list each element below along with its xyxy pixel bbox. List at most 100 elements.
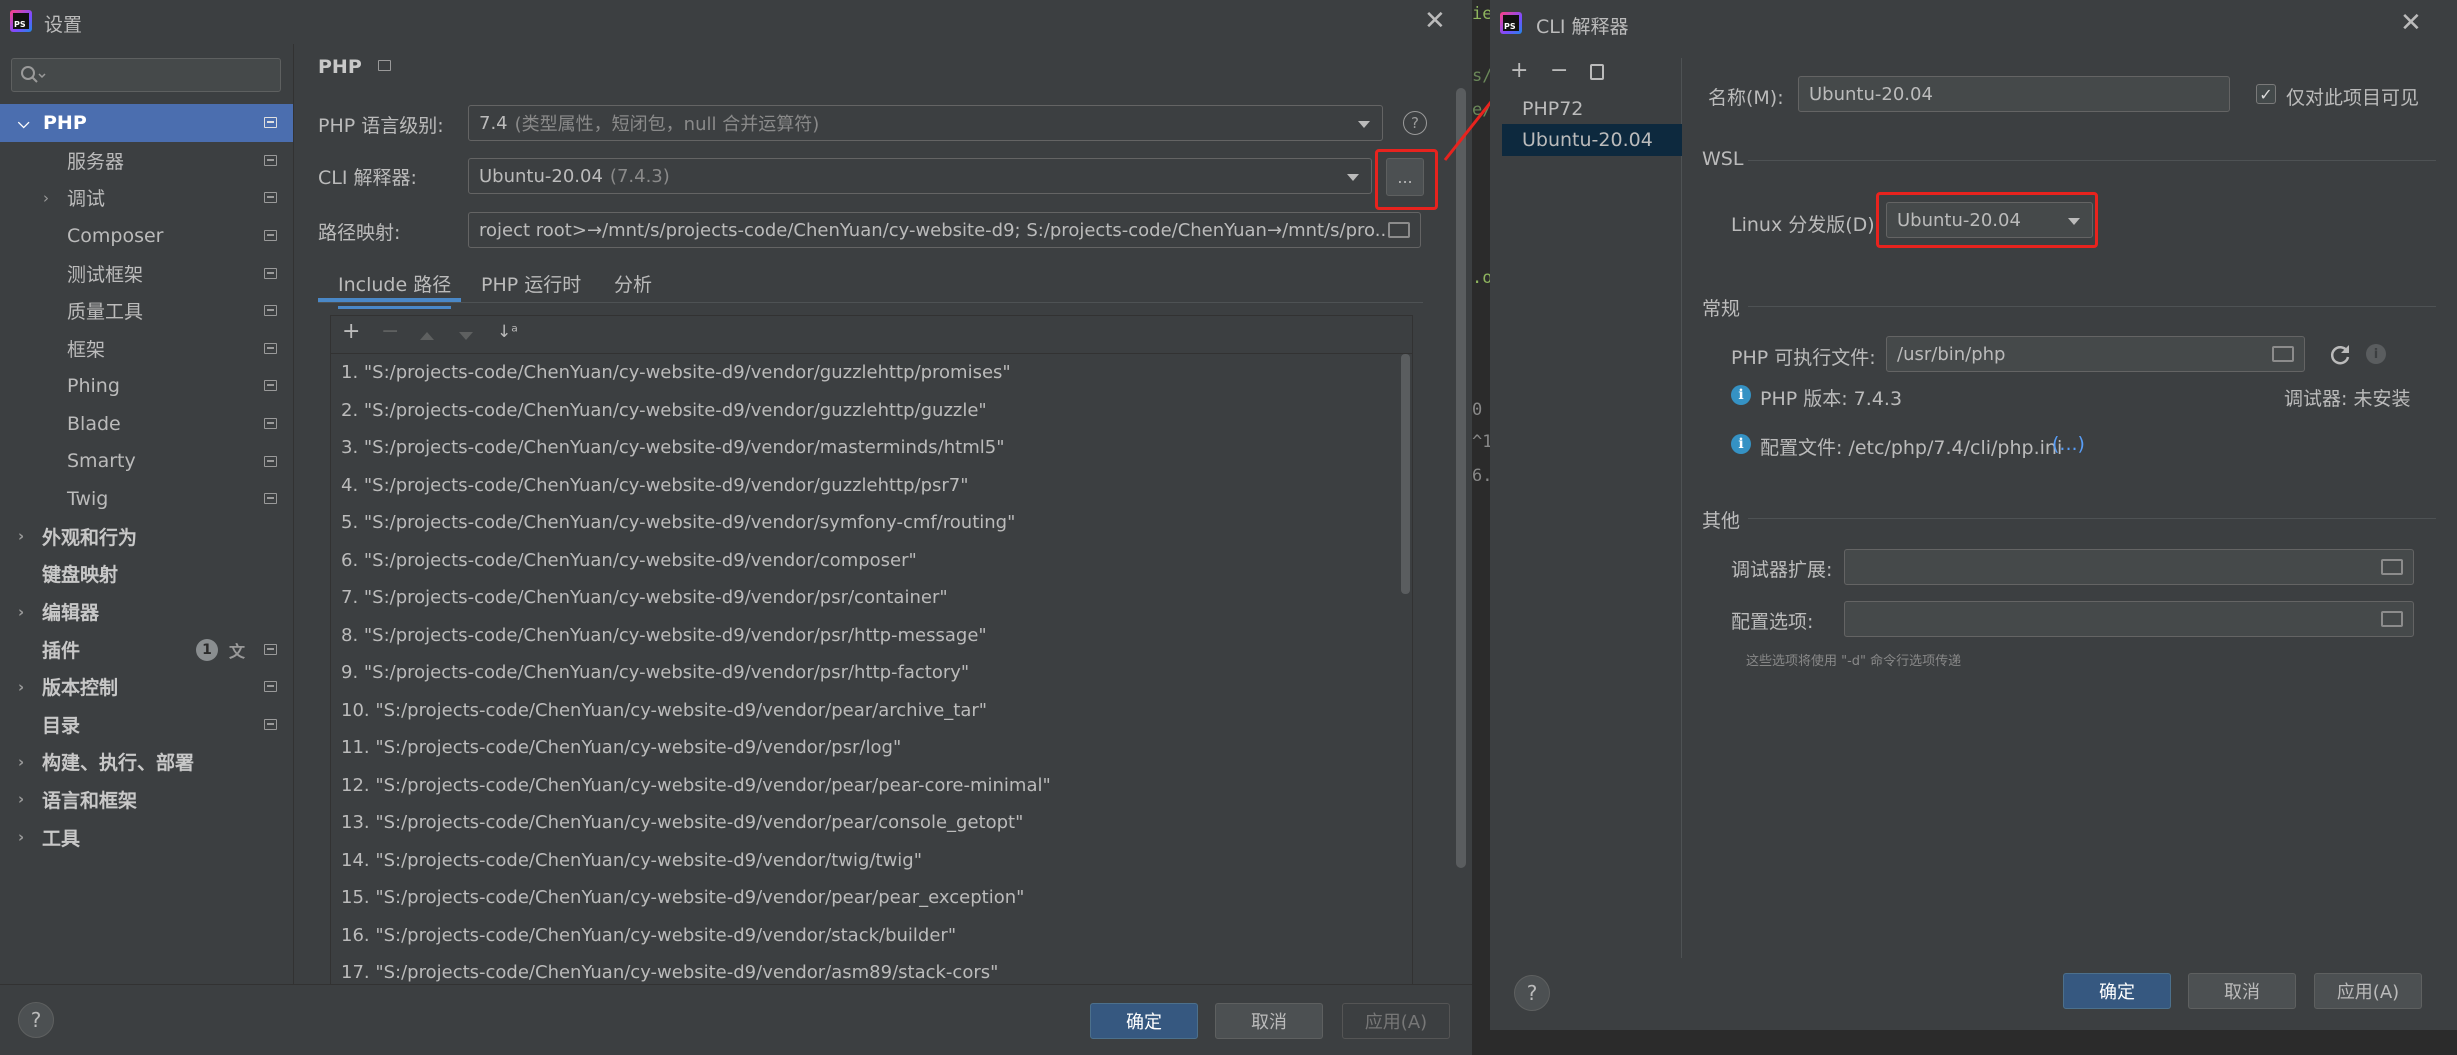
tree-item-editor[interactable]: › 编辑器 xyxy=(0,593,293,631)
path-text: 12. "S:/projects-code/ChenYuan/cy-websit… xyxy=(341,774,1051,796)
folder-icon[interactable] xyxy=(1388,222,1410,238)
tree-item-blade[interactable]: Blade xyxy=(0,405,293,443)
help-button[interactable]: ? xyxy=(1514,975,1550,1011)
list-item[interactable]: 9. "S:/projects-code/ChenYuan/cy-website… xyxy=(331,654,1398,692)
tree-item-composer[interactable]: Composer xyxy=(0,217,293,255)
cli-interpreter-select[interactable]: Ubuntu-20.04 (7.4.3) xyxy=(468,158,1372,194)
info-icon: i xyxy=(1731,434,1751,454)
cli-interpreter-more-button[interactable]: ... xyxy=(1386,158,1424,196)
settings-footer: ? 确定 取消 应用(A) xyxy=(0,984,1472,1055)
tree-item-build[interactable]: › 构建、执行、部署 xyxy=(0,743,293,781)
tree-item-frameworks[interactable]: 框架 xyxy=(0,330,293,368)
tree-item-smarty[interactable]: Smarty xyxy=(0,442,293,480)
list-item[interactable]: 16. "S:/projects-code/ChenYuan/cy-websit… xyxy=(331,917,1398,955)
tree-item-label: 测试框架 xyxy=(67,263,144,286)
add-icon[interactable]: + xyxy=(342,319,360,344)
tree-item-plugins[interactable]: 插件 1 文 xyxy=(0,630,293,668)
list-item[interactable]: 6. "S:/projects-code/ChenYuan/cy-website… xyxy=(331,542,1398,580)
tree-item-label: PHP xyxy=(43,111,87,134)
config-options-input[interactable] xyxy=(1844,601,2414,637)
apply-button[interactable]: 应用(A) xyxy=(1342,1003,1450,1039)
remove-icon[interactable]: − xyxy=(381,319,399,344)
page-scrollbar-thumb[interactable] xyxy=(1456,88,1466,868)
copy-icon[interactable] xyxy=(1590,64,1604,80)
config-file-open-link[interactable]: (...) xyxy=(2052,433,2085,455)
tree-item-directories[interactable]: 目录 xyxy=(0,706,293,744)
ok-button[interactable]: 确定 xyxy=(2063,973,2171,1009)
list-item[interactable]: 5. "S:/projects-code/ChenYuan/cy-website… xyxy=(331,504,1398,542)
tree-item-label: 语言和框架 xyxy=(42,789,138,812)
list-item[interactable]: 3. "S:/projects-code/ChenYuan/cy-website… xyxy=(331,429,1398,467)
list-item[interactable]: 8. "S:/projects-code/ChenYuan/cy-website… xyxy=(331,617,1398,655)
tab-analysis[interactable]: 分析 xyxy=(614,270,652,297)
tab-php-runtime[interactable]: PHP 运行时 xyxy=(481,270,581,297)
distro-select[interactable]: Ubuntu-20.04 xyxy=(1886,202,2093,238)
tab-include-path[interactable]: Include 路径 xyxy=(338,270,452,309)
list-item[interactable]: 12. "S:/projects-code/ChenYuan/cy-websit… xyxy=(331,767,1398,805)
close-icon[interactable]: ✕ xyxy=(2400,10,2422,36)
cancel-button[interactable]: 取消 xyxy=(1215,1003,1323,1039)
tree-item-label: 质量工具 xyxy=(67,301,144,324)
project-only-checkbox[interactable]: ✓ xyxy=(2256,84,2276,104)
tree-item-twig[interactable]: Twig xyxy=(0,480,293,518)
refresh-icon[interactable] xyxy=(2328,343,2352,367)
php-exec-value: /usr/bin/php xyxy=(1897,343,2006,365)
list-scrollbar-thumb[interactable] xyxy=(1401,354,1410,594)
sort-alpha-icon[interactable]: ↓ᵃ xyxy=(497,322,518,342)
name-input[interactable]: Ubuntu-20.04 xyxy=(1798,76,2230,112)
tree-item-servers[interactable]: 服务器 xyxy=(0,142,293,180)
folder-icon[interactable] xyxy=(2272,346,2294,362)
tree-item-quality-tools[interactable]: 质量工具 xyxy=(0,292,293,330)
path-mapping-field[interactable]: roject root>→/mnt/s/projects-code/ChenYu… xyxy=(468,212,1421,248)
cli-interpreter-label: CLI 解释器: xyxy=(318,167,417,189)
phpstorm-logo-icon: PS xyxy=(1500,12,1522,34)
ok-button[interactable]: 确定 xyxy=(1090,1003,1198,1039)
lang-level-select[interactable]: 7.4 (类型属性，短闭包，null 合并运算符) xyxy=(468,105,1383,141)
move-up-icon[interactable] xyxy=(420,332,434,340)
close-icon[interactable]: ✕ xyxy=(1424,8,1446,34)
interpreter-item-php72[interactable]: PHP72 xyxy=(1522,98,1583,120)
settings-tree: ⌵ PHP 服务器 › 调试 Composer 测试框架 质量工具 框架 Phi… xyxy=(0,104,293,856)
list-item[interactable]: 2. "S:/projects-code/ChenYuan/cy-website… xyxy=(331,392,1398,430)
debugger-ext-input[interactable] xyxy=(1844,549,2414,585)
tree-item-languages[interactable]: › 语言和框架 xyxy=(0,781,293,819)
cancel-button[interactable]: 取消 xyxy=(2188,973,2296,1009)
help-circle-icon[interactable]: ? xyxy=(1403,111,1427,135)
tree-item-label: Composer xyxy=(67,224,164,247)
tree-item-label: 版本控制 xyxy=(42,677,119,700)
list-scrollbar-track[interactable] xyxy=(1399,354,1412,984)
list-item[interactable]: 1. "S:/projects-code/ChenYuan/cy-website… xyxy=(331,354,1398,392)
list-item[interactable]: 17. "S:/projects-code/ChenYuan/cy-websit… xyxy=(331,954,1398,984)
list-item[interactable]: 13. "S:/projects-code/ChenYuan/cy-websit… xyxy=(331,804,1398,842)
apply-button[interactable]: 应用(A) xyxy=(2314,973,2422,1009)
tree-item-tools[interactable]: › 工具 xyxy=(0,818,293,856)
project-scope-icon xyxy=(264,267,277,279)
folder-icon[interactable] xyxy=(2381,611,2403,627)
search-input[interactable] xyxy=(11,58,281,92)
list-item[interactable]: 15. "S:/projects-code/ChenYuan/cy-websit… xyxy=(331,879,1398,917)
list-item[interactable]: 4. "S:/projects-code/ChenYuan/cy-website… xyxy=(331,467,1398,505)
tree-item-label: 插件 xyxy=(42,639,81,662)
add-icon[interactable]: + xyxy=(1510,58,1528,83)
tree-item-debug[interactable]: › 调试 xyxy=(0,179,293,217)
tree-item-appearance[interactable]: › 外观和行为 xyxy=(0,518,293,556)
dialog-title: CLI 解释器 xyxy=(1536,16,1629,38)
tree-item-vcs[interactable]: › 版本控制 xyxy=(0,668,293,706)
tree-item-keymap[interactable]: 键盘映射 xyxy=(0,555,293,593)
tree-item-phing[interactable]: Phing xyxy=(0,367,293,405)
tree-item-test-frameworks[interactable]: 测试框架 xyxy=(0,254,293,292)
list-item[interactable]: 14. "S:/projects-code/ChenYuan/cy-websit… xyxy=(331,842,1398,880)
remove-icon[interactable]: − xyxy=(1550,58,1568,83)
list-item[interactable]: 11. "S:/projects-code/ChenYuan/cy-websit… xyxy=(331,729,1398,767)
move-down-icon[interactable] xyxy=(459,332,473,340)
interpreter-item-ubuntu[interactable]: Ubuntu-20.04 xyxy=(1502,124,1682,156)
help-button[interactable]: ? xyxy=(18,1002,54,1038)
tree-item-php[interactable]: ⌵ PHP xyxy=(0,104,293,142)
project-scope-icon xyxy=(264,681,277,693)
folder-icon[interactable] xyxy=(2381,559,2403,575)
project-scope-icon xyxy=(264,230,277,242)
list-item[interactable]: 7. "S:/projects-code/ChenYuan/cy-website… xyxy=(331,579,1398,617)
config-options-hint: 这些选项将使用 "-d" 命令行选项传递 xyxy=(1746,654,1962,669)
php-exec-input[interactable]: /usr/bin/php xyxy=(1886,336,2305,372)
list-item[interactable]: 10. "S:/projects-code/ChenYuan/cy-websit… xyxy=(331,692,1398,730)
